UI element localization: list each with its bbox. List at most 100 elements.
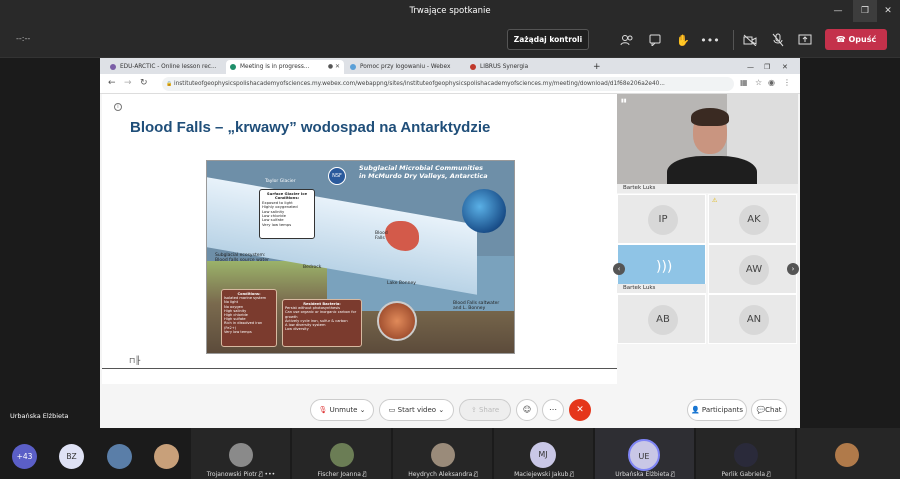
active-tile-name: Bartek Luks bbox=[617, 284, 706, 293]
box1-line: Very low temps bbox=[262, 221, 292, 227]
participant-tile[interactable]: AW bbox=[708, 244, 797, 294]
participant-video-tile-sharing[interactable]: UE Urbańska Elżbieta 🎙̸ bbox=[594, 428, 694, 479]
tab-favicon-icon bbox=[470, 64, 476, 70]
end-call-icon[interactable]: ✕ bbox=[569, 399, 591, 421]
browser-tab-strip: EDU-ARCTIC - Online lesson rec... Meetin… bbox=[100, 58, 800, 74]
reload-icon[interactable]: ↻ bbox=[140, 78, 148, 88]
camera-off-icon[interactable] bbox=[742, 32, 758, 48]
mic-off-icon[interactable] bbox=[770, 32, 786, 48]
participant-video-tile[interactable] bbox=[796, 428, 900, 479]
request-control-button[interactable]: Zażądaj kontroli bbox=[507, 29, 589, 50]
participant-avatar: AB bbox=[648, 305, 678, 335]
globe-icon bbox=[462, 189, 506, 233]
tiles-next-icon[interactable]: › bbox=[787, 263, 799, 275]
diagram-title-line1: Subglacial Microbial Communities bbox=[359, 164, 484, 172]
box3-line: Low diversity bbox=[285, 327, 309, 332]
participant-avatar-photo[interactable] bbox=[107, 444, 132, 469]
browser-tab[interactable]: LIBRUS Synergia bbox=[466, 60, 584, 74]
meeting-toolbar: --:-- Zażądaj kontroli ✋ ••• ☎ Opuść bbox=[0, 22, 900, 58]
shared-screen: EDU-ARCTIC - Online lesson rec... Meetin… bbox=[100, 58, 800, 428]
browser-tab-active[interactable]: Meeting is in progress... ● ✕ bbox=[226, 60, 344, 74]
webex-more-icon[interactable]: ⋯ bbox=[542, 399, 564, 421]
sharer-name: Urbańska Elżbieta bbox=[10, 412, 69, 420]
start-video-button[interactable]: ▭ Start video ⌄ bbox=[379, 399, 454, 421]
chat-icon[interactable] bbox=[647, 32, 663, 48]
reactions-icon[interactable]: ☺ bbox=[516, 399, 538, 421]
nsf-logo: NSF bbox=[328, 167, 346, 185]
url-text: instituteofgeophysicspolishacademyofscie… bbox=[174, 81, 665, 87]
participant-photo bbox=[734, 443, 758, 467]
label-subglacial: Subglacial ecosystem: Blood falls source… bbox=[215, 253, 269, 263]
share-label: Share bbox=[478, 406, 500, 414]
url-field[interactable]: 🔒 instituteofgeophysicspolishacademyofsc… bbox=[162, 77, 734, 91]
forward-icon[interactable]: → bbox=[124, 78, 132, 88]
unmute-button[interactable]: 🎙 Unmute ⌄ bbox=[310, 399, 374, 421]
participant-name: Urbańska Elżbieta 🎙̸ bbox=[615, 471, 675, 478]
participant-photo bbox=[431, 443, 455, 467]
participants-button[interactable]: 👤 Participants bbox=[687, 399, 747, 421]
chat-button[interactable]: 💬Chat bbox=[751, 399, 787, 421]
participant-tile[interactable]: IP bbox=[617, 194, 706, 244]
browser-menu-icon[interactable]: ⋮ bbox=[783, 78, 791, 87]
browser-restore-icon[interactable]: ❐ bbox=[762, 60, 776, 74]
participants-panel-icon: 👤 bbox=[690, 406, 702, 414]
bookmark-star-icon[interactable]: ☆ bbox=[755, 78, 762, 87]
lock-icon: 🔒 bbox=[166, 81, 173, 87]
share-button[interactable]: ⇪ Share bbox=[459, 399, 511, 421]
participant-tile[interactable]: AN bbox=[708, 294, 797, 344]
participant-video-tile[interactable]: Fischer Joanna 🎙̸ bbox=[291, 428, 391, 479]
conditions-box: Conditions: Isolated marine system No li… bbox=[221, 289, 277, 347]
presentation-slide: i Blood Falls – „krwawy” wodospad na Ant… bbox=[102, 94, 617, 384]
extension-icon[interactable]: ▦ bbox=[740, 78, 748, 87]
browser-tab[interactable]: EDU-ARCTIC - Online lesson rec... bbox=[106, 60, 224, 74]
participants-icon[interactable] bbox=[619, 32, 635, 48]
browser-close-icon[interactable]: ✕ bbox=[780, 60, 794, 74]
participant-tile[interactable]: ⚠ AK bbox=[708, 194, 797, 244]
video-icon: ▭ bbox=[388, 406, 398, 414]
info-icon[interactable]: i bbox=[114, 103, 122, 111]
share-screen-icon[interactable] bbox=[797, 32, 813, 48]
new-tab-icon[interactable]: + bbox=[590, 60, 604, 74]
tiles-prev-icon[interactable]: ‹ bbox=[613, 263, 625, 275]
slide-footer-line bbox=[102, 368, 617, 369]
back-icon[interactable]: ← bbox=[108, 78, 116, 88]
browser-minimize-icon[interactable]: — bbox=[745, 60, 759, 74]
meeting-timer: --:-- bbox=[16, 34, 31, 43]
webex-video-tiles: ▮▮ Bartek Luks IP ⚠ AK ))) Bartek Luks A… bbox=[613, 94, 799, 390]
browser-address-bar: ← → ↻ 🔒 instituteofgeophysicspolishacade… bbox=[100, 74, 800, 94]
participant-video-tile[interactable]: Trojanowski Piotr 🎙̸ ••• bbox=[190, 428, 290, 479]
participants-strip: +43 BZ Trojanowski Piotr 🎙̸ ••• Fischer … bbox=[0, 428, 900, 479]
box2-line: Very low temps bbox=[224, 329, 252, 334]
participant-tile[interactable]: AB bbox=[617, 294, 706, 344]
slide-logo-icon: ⊓╟ bbox=[129, 356, 141, 365]
tab-label: Meeting is in progress... bbox=[240, 64, 310, 70]
close-icon[interactable]: ✕ bbox=[876, 0, 900, 22]
browser-tab[interactable]: Pomoc przy logowaniu - Webex bbox=[346, 60, 464, 74]
tab-close-icon[interactable]: ● ✕ bbox=[328, 60, 340, 74]
tab-favicon-icon bbox=[230, 64, 236, 70]
participant-avatar-bz[interactable]: BZ bbox=[59, 444, 84, 469]
participant-video-tile[interactable]: Heydrych Aleksandra 🎙̸ bbox=[392, 428, 492, 479]
participant-video-tile[interactable]: Perlik Gabriela 🎙̸ bbox=[695, 428, 795, 479]
participant-avatar-photo[interactable] bbox=[154, 444, 179, 469]
profile-icon[interactable]: ◉ bbox=[768, 78, 775, 87]
participant-initials-avatar: MJ bbox=[530, 442, 556, 468]
participant-name: Heydrych Aleksandra 🎙̸ bbox=[408, 471, 478, 478]
label-bedrock: Bedrock bbox=[303, 265, 322, 270]
participant-video-tile[interactable]: MJ Maciejewski Jakub 🎙̸ bbox=[493, 428, 593, 479]
leave-button[interactable]: ☎ Opuść bbox=[825, 29, 887, 50]
warning-icon: ⚠ bbox=[712, 197, 718, 204]
bacteria-box: Resident Bacteria: Persist without photo… bbox=[282, 299, 362, 347]
participant-name: Fischer Joanna 🎙̸ bbox=[317, 471, 367, 478]
label-taylor-glacier: Taylor Glacier bbox=[265, 179, 296, 184]
tab-favicon-icon bbox=[110, 64, 116, 70]
minimize-icon[interactable]: — bbox=[826, 0, 850, 22]
restore-icon[interactable]: ❐ bbox=[853, 0, 877, 22]
more-participants-count[interactable]: +43 bbox=[12, 444, 37, 469]
speaker-hair bbox=[691, 108, 729, 126]
raise-hand-icon[interactable]: ✋ bbox=[675, 32, 691, 48]
microbe-closeup bbox=[377, 301, 417, 341]
more-icon[interactable]: ••• bbox=[700, 32, 719, 48]
diagram-title: Subglacial Microbial Communities in McMu… bbox=[359, 164, 488, 180]
participant-photo bbox=[229, 443, 253, 467]
